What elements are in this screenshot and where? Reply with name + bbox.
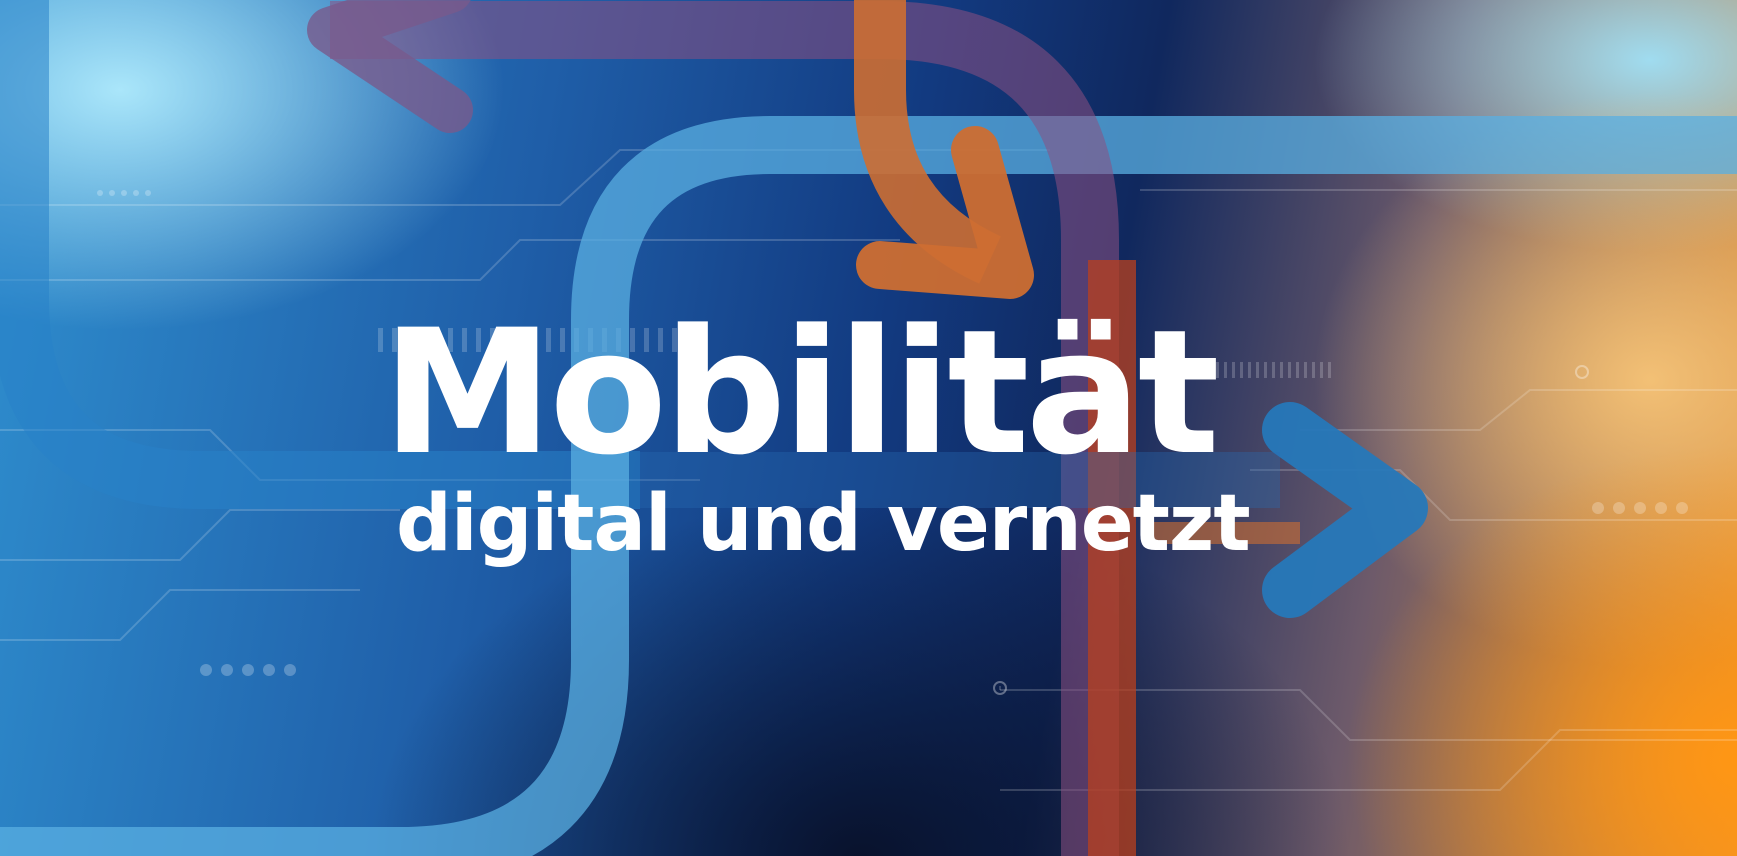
- right-arrow-icon: [1262, 402, 1428, 618]
- title-block: Mobilität digital und vernetzt: [382, 292, 1251, 569]
- circuit-node: [1575, 365, 1589, 379]
- title-card: Mobilität digital und vernetzt: [0, 0, 1737, 856]
- page-subtitle: digital und vernetzt: [396, 479, 1251, 569]
- page-title: Mobilität: [382, 292, 1220, 493]
